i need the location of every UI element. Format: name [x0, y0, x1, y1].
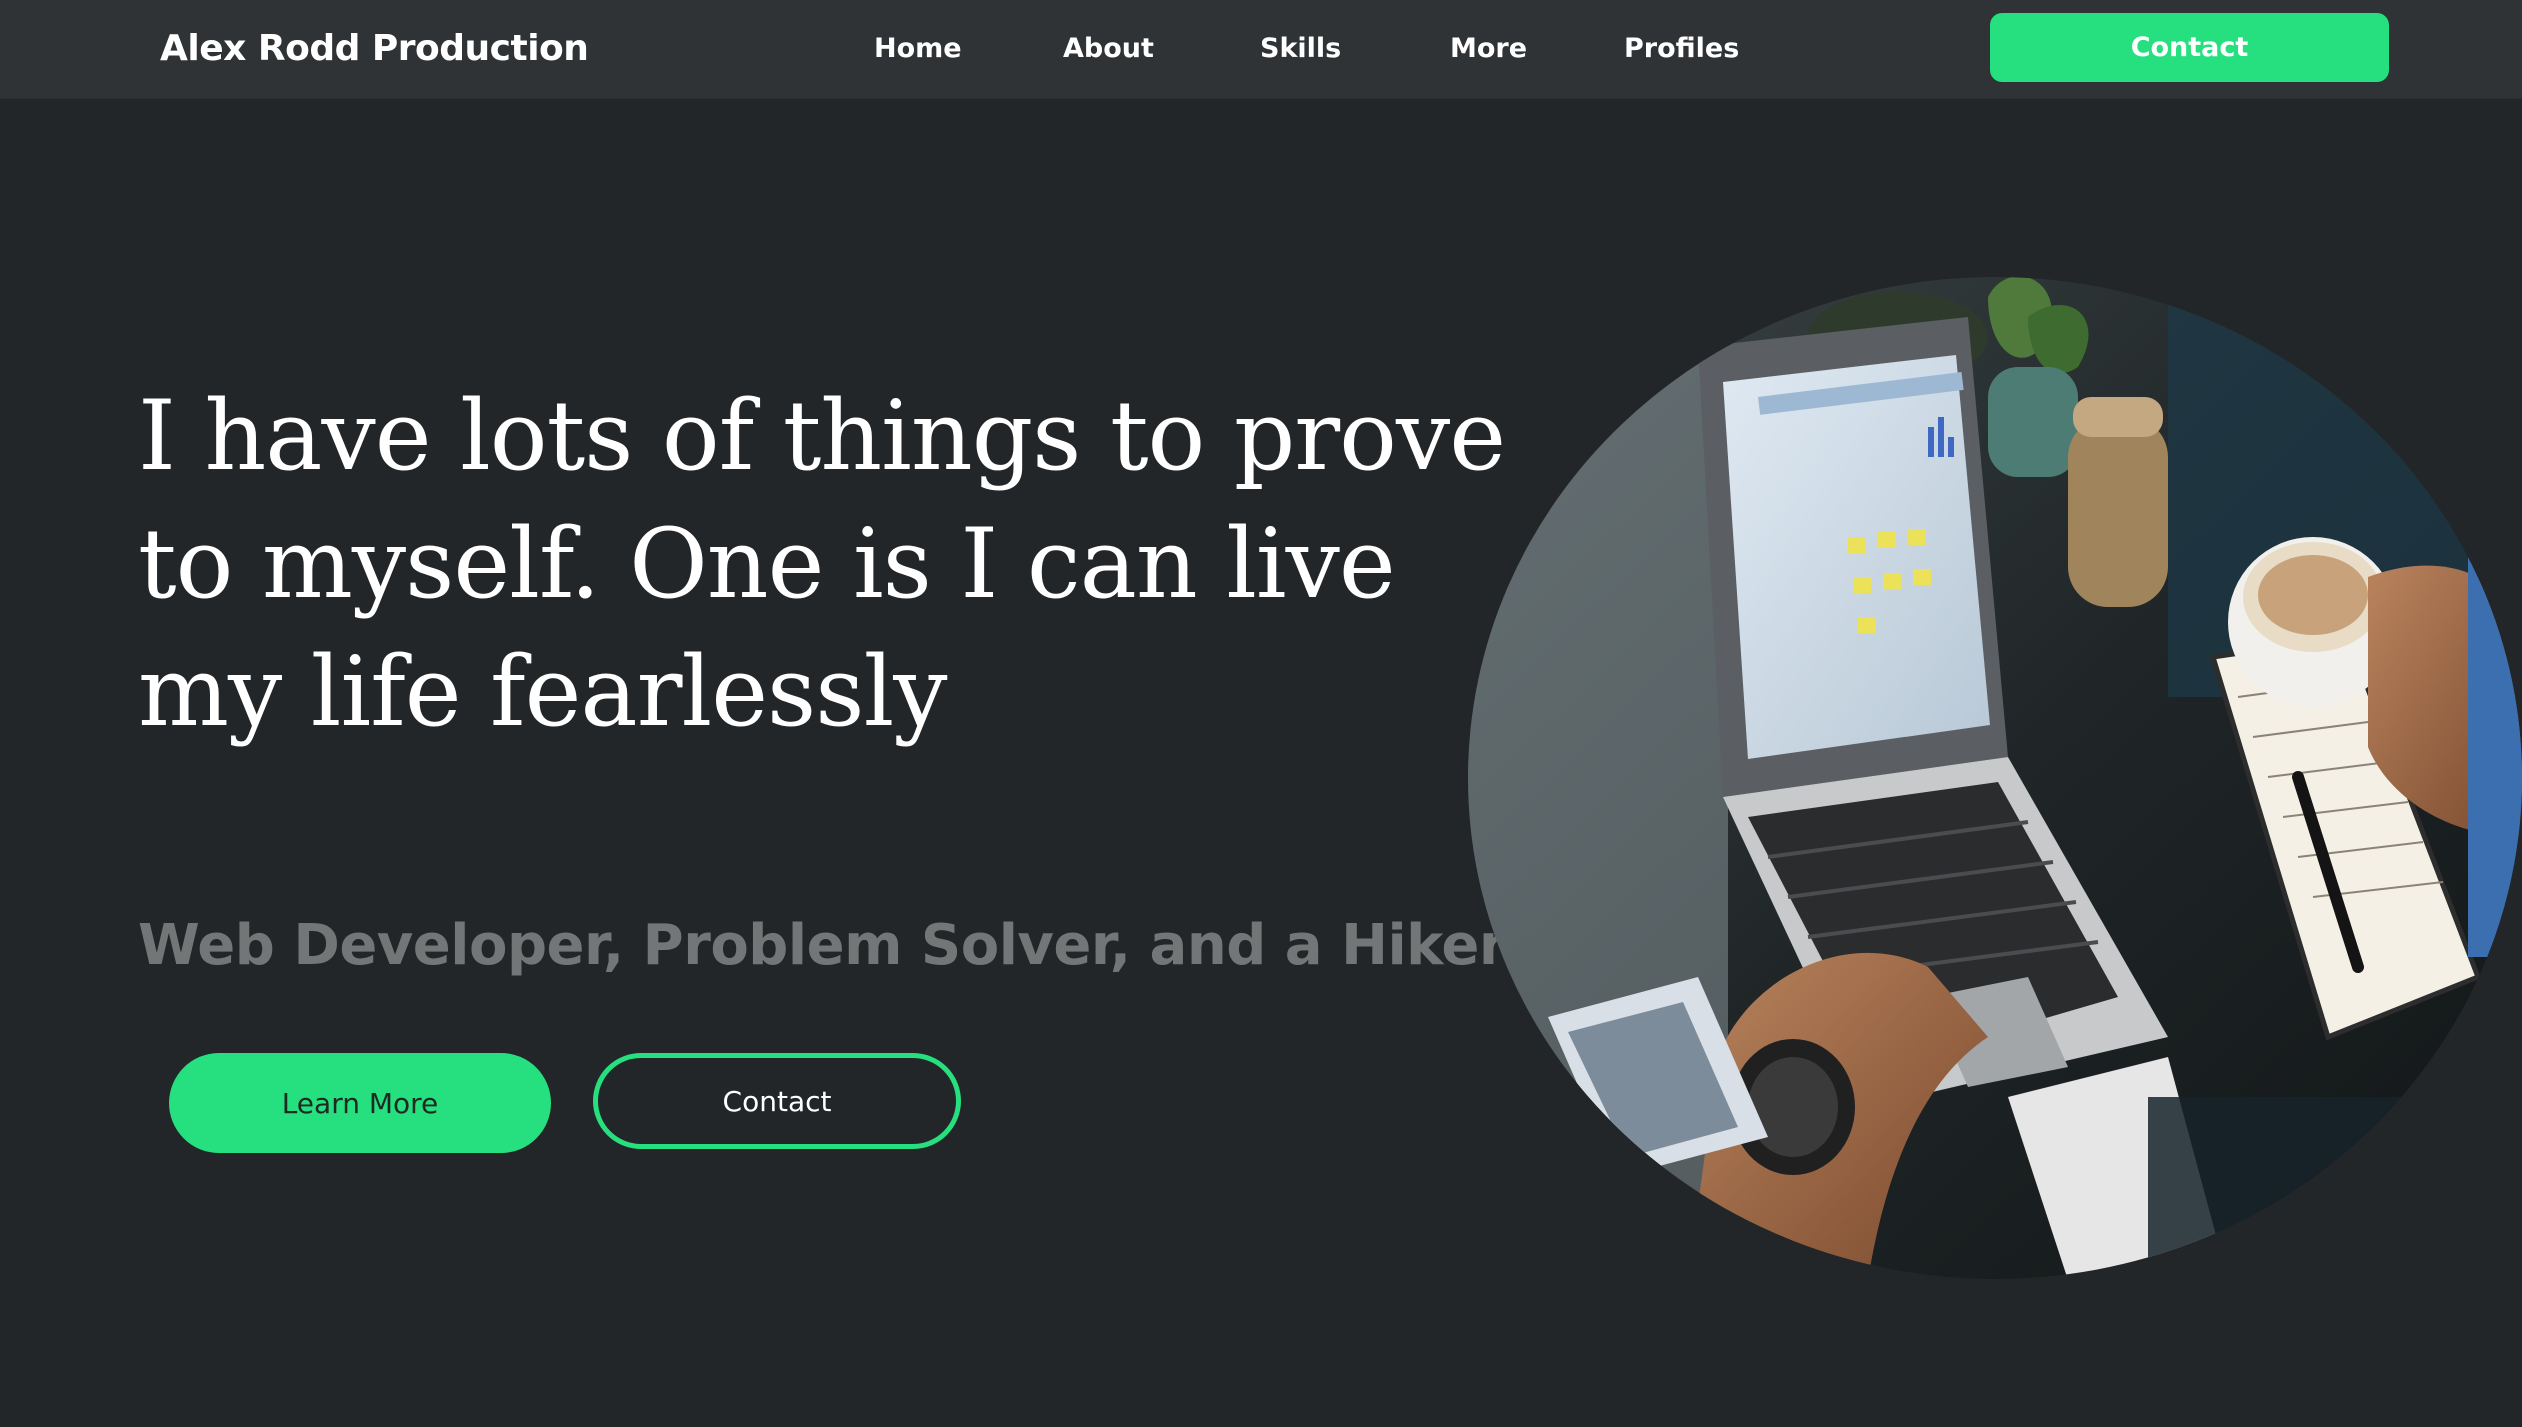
contact-button[interactable]: Contact [593, 1053, 961, 1149]
nav-link-about[interactable]: About [1063, 30, 1154, 68]
hero-subhead: Web Developer, Problem Solver, and a Hik… [138, 913, 1506, 978]
nav-link-home[interactable]: Home [874, 30, 962, 68]
nav-link-profiles[interactable]: Profiles [1624, 30, 1739, 68]
hero-headline: I have lots of things to prove to myself… [138, 380, 1506, 748]
nav-link-skills[interactable]: Skills [1260, 30, 1341, 68]
nav-contact-button[interactable]: Contact [1990, 13, 2389, 82]
hero-image [1468, 277, 2522, 1280]
navbar: Alex Rodd Production Home About Skills M… [0, 0, 2522, 99]
learn-more-button[interactable]: Learn More [169, 1053, 551, 1153]
brand-logo[interactable]: Alex Rodd Production [160, 25, 589, 73]
nav-link-more[interactable]: More [1450, 30, 1527, 68]
